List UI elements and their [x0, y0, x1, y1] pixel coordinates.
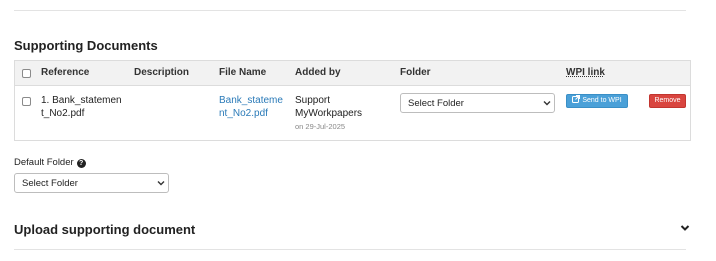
chevron-down-icon — [543, 101, 551, 106]
default-folder-label-text: Default Folder — [14, 157, 74, 168]
header-file-name: File Name — [219, 67, 267, 78]
header-folder: Folder — [400, 67, 431, 78]
reference-line-1: 1. Bank_statemen — [41, 95, 122, 106]
added-by-cell: Support MyWorkpapers on 29-Jul-2025 — [295, 94, 362, 132]
top-divider — [14, 10, 686, 11]
header-added-by: Added by — [295, 67, 341, 78]
header-description: Description — [134, 67, 190, 78]
header-reference: Reference — [41, 67, 90, 78]
header-wpi-link: WPI link — [566, 67, 605, 78]
chevron-down-icon — [157, 181, 165, 186]
added-by-line-2: MyWorkpapers — [295, 108, 363, 119]
question-circle-icon[interactable]: ? — [76, 159, 86, 168]
file-name-line-1: Bank_stateme — [219, 95, 283, 106]
table-header: Reference Description File Name Added by… — [15, 61, 690, 86]
default-folder-select[interactable]: Select Folder — [14, 173, 169, 193]
select-all-checkbox[interactable] — [22, 69, 31, 78]
bottom-divider — [14, 249, 686, 250]
folder-select-value: Select Folder — [408, 98, 464, 109]
folder-select[interactable]: Select Folder — [400, 93, 555, 113]
file-name-link[interactable]: Bank_stateme nt_No2.pdf — [219, 94, 283, 120]
default-folder-label: Default Folder? — [14, 157, 86, 168]
upload-section-title[interactable]: Upload supporting document — [14, 222, 195, 237]
send-to-wpi-label: Send to WPI — [582, 97, 622, 104]
added-date: on 29-Jul-2025 — [295, 122, 346, 131]
reference-cell: 1. Bank_statemen t_No2.pdf — [41, 94, 122, 120]
row-checkbox[interactable] — [22, 97, 31, 106]
default-folder-select-value: Select Folder — [22, 178, 78, 189]
documents-table: Reference Description File Name Added by… — [14, 60, 691, 141]
remove-button[interactable]: Remove — [649, 94, 686, 108]
send-to-wpi-button[interactable]: Send to WPI — [566, 94, 628, 108]
reference-line-2: t_No2.pdf — [41, 108, 85, 119]
chevron-down-icon[interactable] — [680, 223, 690, 233]
section-title: Supporting Documents — [14, 38, 158, 53]
external-link-icon — [572, 95, 581, 103]
file-name-line-2: nt_No2.pdf — [219, 108, 268, 119]
added-by-line-1: Support — [295, 95, 331, 106]
